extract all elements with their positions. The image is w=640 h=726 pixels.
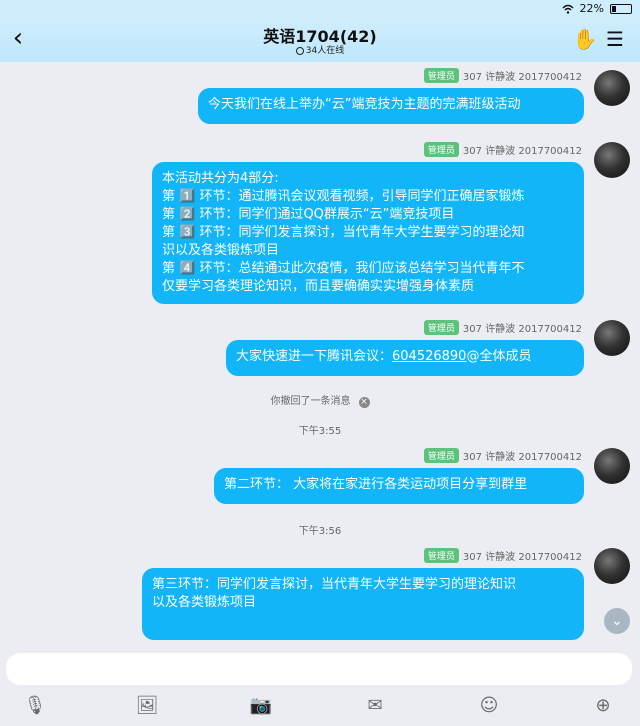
- menu-icon[interactable]: ☰: [602, 26, 628, 52]
- message-line: 今天我们在线上举办“云”端竞技为主题的完满班级活动: [208, 97, 521, 112]
- message-line: 第 1️⃣ 环节：通过腾讯会议观看视频，引导同学们正确居家锻炼: [162, 189, 525, 204]
- message-text: 大家快速进一下腾讯会议：: [236, 349, 393, 364]
- mention-all[interactable]: @全体成员: [466, 349, 531, 364]
- sender-name: 307 许静波 2017700412: [462, 552, 582, 563]
- online-text: 34人在线: [305, 46, 345, 56]
- status-bar: 22%: [0, 0, 640, 18]
- sender-name: 307 许静波 2017700412: [462, 72, 582, 83]
- sender-name: 307 许静波 2017700412: [462, 146, 582, 157]
- avatar[interactable]: [594, 448, 630, 484]
- online-icon: [295, 46, 304, 55]
- message-bubble[interactable]: 大家快速进一下腾讯会议：604526890@全体成员: [226, 340, 584, 376]
- message-meta: 管理员 307 许静波 2017700412: [423, 68, 582, 83]
- message-line: 第 4️⃣ 环节：总结通过此次疫情，我们应该总结学习当代青年不: [162, 261, 525, 276]
- scroll-down-icon[interactable]: ⌄: [604, 608, 630, 634]
- admin-badge: 管理员: [423, 548, 459, 563]
- message-line: 以及各类锻炼项目: [152, 595, 257, 610]
- admin-badge: 管理员: [423, 142, 459, 157]
- battery-percent: 22%: [579, 2, 604, 15]
- message-meta: 管理员 307 许静波 2017700412: [423, 320, 582, 335]
- chat-area[interactable]: 管理员 307 许静波 2017700412 今天我们在线上举办“云”端竞技为主题…: [0, 62, 640, 647]
- group-game-icon[interactable]: ✋: [572, 26, 598, 52]
- timestamp: 下午3:55: [298, 426, 342, 437]
- message-meta: 管理员 307 许静波 2017700412: [423, 548, 582, 563]
- message-meta: 管理员 307 许静波 2017700412: [423, 448, 582, 463]
- avatar[interactable]: [594, 142, 630, 178]
- red-packet-icon[interactable]: ✉: [360, 691, 390, 721]
- camera-icon[interactable]: 📷: [246, 691, 276, 721]
- message-line: 大家快速进一下腾讯会议：604526890@全体成员: [236, 348, 574, 366]
- input-toolbar: 🎙 🖼 📷 ✉ ☺ ⊕: [0, 691, 640, 721]
- message-line: 识以及各类锻炼项目: [162, 243, 280, 258]
- close-icon[interactable]: ×: [358, 397, 370, 408]
- microphone-icon[interactable]: 🎙: [20, 691, 50, 721]
- message-line: 第三环节：同学们发言探讨，当代青年大学生要学习的理论知识: [152, 577, 517, 592]
- message-bubble[interactable]: 本活动共分为4部分: 第 1️⃣ 环节：通过腾讯会议观看视频，引导同学们正确居家…: [152, 162, 584, 304]
- message-meta: 管理员 307 许静波 2017700412: [423, 142, 582, 157]
- chat-header: ‹ 英语1704(42) 34人在线 ✋ ☰: [0, 18, 640, 62]
- recall-notice: 你撤回了一条消息 ×: [0, 392, 640, 408]
- avatar[interactable]: [594, 320, 630, 356]
- message-bubble[interactable]: 第二环节： 大家将在家进行各类运动项目分享到群里: [214, 468, 584, 504]
- admin-badge: 管理员: [423, 68, 459, 83]
- avatar[interactable]: [594, 70, 630, 106]
- meeting-id-link[interactable]: 604526890: [392, 349, 466, 364]
- plus-icon[interactable]: ⊕: [588, 691, 618, 721]
- message-line: 第 3️⃣ 环节：同学们发言探讨，当代青年大学生要学习的理论知: [162, 225, 525, 240]
- message-input[interactable]: [6, 653, 632, 685]
- message-bubble[interactable]: 今天我们在线上举办“云”端竞技为主题的完满班级活动: [198, 88, 584, 124]
- input-bar: 🎙 🖼 📷 ✉ ☺ ⊕: [0, 647, 640, 726]
- sender-name: 307 许静波 2017700412: [462, 452, 582, 463]
- timestamp: 下午3:56: [298, 526, 342, 537]
- sender-name: 307 许静波 2017700412: [462, 324, 582, 335]
- admin-badge: 管理员: [423, 448, 459, 463]
- message-line: 第二环节： 大家将在家进行各类运动项目分享到群里: [224, 477, 528, 492]
- message-bubble[interactable]: 第三环节：同学们发言探讨，当代青年大学生要学习的理论知识 以及各类锻炼项目: [142, 568, 584, 640]
- battery-icon: [610, 3, 632, 14]
- recall-text: 你撤回了一条消息: [270, 396, 351, 407]
- online-count: 34人在线: [0, 43, 640, 56]
- status-right: 22%: [562, 2, 632, 15]
- message-line: 仅要学习各类理论知识，而且要确确实实增强身体素质: [162, 279, 475, 294]
- image-icon[interactable]: 🖼: [132, 691, 162, 721]
- admin-badge: 管理员: [423, 320, 459, 335]
- wifi-icon: [562, 4, 574, 14]
- avatar[interactable]: [594, 548, 630, 584]
- message-line: 第 2️⃣ 环节：同学们通过QQ群展示“云”端竞技项目: [162, 207, 455, 222]
- message-line: 本活动共分为4部分:: [162, 171, 279, 186]
- emoji-icon[interactable]: ☺: [474, 691, 504, 721]
